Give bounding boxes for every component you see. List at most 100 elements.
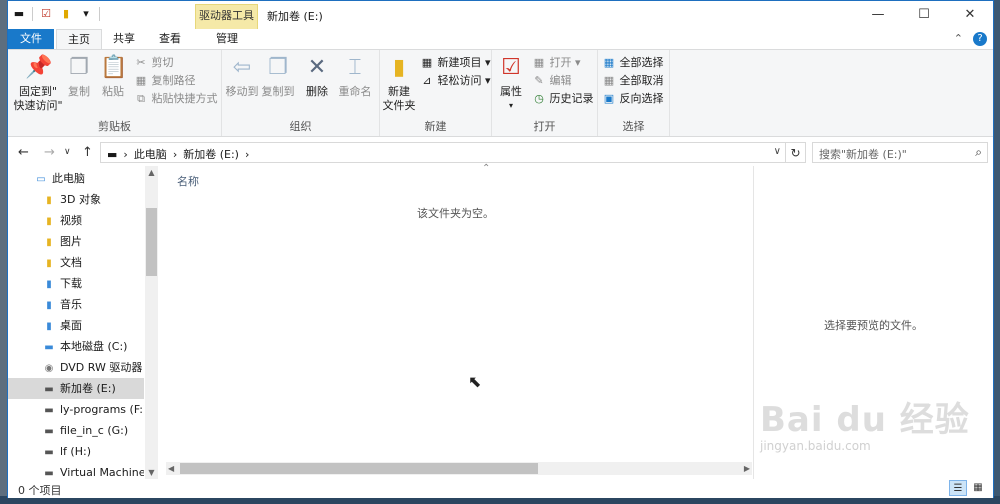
tab-home[interactable]: 主页 bbox=[56, 29, 102, 49]
close-button[interactable]: ✕ bbox=[947, 1, 993, 29]
scroll-down-icon[interactable]: ▼ bbox=[145, 468, 158, 477]
horizontal-scrollbar-thumb[interactable] bbox=[180, 463, 538, 474]
pin-to-quick-access-button[interactable]: 📌 固定到" 快速访问" bbox=[12, 54, 64, 113]
nav-item-label: 此电脑 bbox=[52, 172, 85, 185]
address-bar[interactable]: ▬ › 此电脑 › 新加卷 (E:) › ∨ bbox=[100, 142, 786, 163]
move-to-button[interactable]: ⇦ 移动到 bbox=[224, 54, 260, 99]
nav-item-3d-objects[interactable]: ▮ 3D 对象 bbox=[8, 189, 144, 210]
recent-locations-icon[interactable]: ∨ bbox=[64, 147, 71, 157]
nav-item-downloads[interactable]: ▮ 下载 bbox=[8, 273, 144, 294]
properties-quick-icon[interactable]: ☑ bbox=[39, 7, 53, 21]
move-to-label: 移动到 bbox=[225, 85, 259, 98]
scroll-left-icon[interactable]: ◀ bbox=[168, 462, 174, 475]
nav-item-this-pc[interactable]: ▭ 此电脑 bbox=[8, 168, 144, 189]
select-none-button[interactable]: ▦ 全部取消 bbox=[602, 73, 664, 89]
breadcrumb-this-pc[interactable]: 此电脑 bbox=[134, 146, 167, 162]
history-button[interactable]: ◷ 历史记录 bbox=[532, 91, 593, 107]
details-view-icon[interactable]: ☰ bbox=[949, 480, 967, 496]
preview-message: 选择要预览的文件。 bbox=[824, 319, 923, 332]
nav-item-music[interactable]: ▮ 音乐 bbox=[8, 294, 144, 315]
paste-shortcut-label: 粘贴快捷方式 bbox=[151, 92, 218, 105]
large-icons-view-icon[interactable]: ▦ bbox=[969, 480, 987, 496]
tab-manage[interactable]: 管理 bbox=[198, 29, 256, 49]
dvd-drive-icon: ◉ bbox=[44, 363, 54, 374]
nav-item-ly-programs-f[interactable]: ▬ ly-programs (F:) bbox=[8, 399, 144, 420]
copy-path-button[interactable]: ▦ 复制路径 bbox=[134, 73, 196, 89]
easy-access-button[interactable]: ⊿ 轻松访问 ▾ bbox=[420, 73, 490, 89]
new-folder-button[interactable]: ▮ 新建 文件夹 bbox=[382, 54, 416, 113]
scroll-right-icon[interactable]: ▶ bbox=[744, 462, 750, 475]
nav-scrollbar-thumb[interactable] bbox=[146, 208, 157, 276]
drive-icon: ▬ bbox=[44, 384, 54, 395]
address-history-dropdown-icon[interactable]: ∨ bbox=[774, 146, 781, 157]
properties-button[interactable]: ☑ 属性 ▾ bbox=[494, 54, 528, 113]
drive-icon: ▬ bbox=[44, 468, 54, 479]
scroll-up-icon[interactable]: ▲ bbox=[145, 168, 158, 177]
new-folder-quick-icon[interactable]: ▮ bbox=[59, 7, 73, 21]
forward-button[interactable]: → bbox=[44, 145, 55, 160]
column-header-name[interactable]: 名称 bbox=[177, 173, 199, 189]
navigation-pane: ▭ 此电脑 ▮ 3D 对象 ▮ 视频 ▮ 图片 ▮ 文档 ▮ 下载 ▮ 音乐 ▮ 桌面 ▬ 本地磁… bbox=[8, 166, 158, 479]
nav-item-desktop[interactable]: ▮ 桌面 bbox=[8, 315, 144, 336]
file-list-area[interactable]: ⌃ 名称 该文件夹为空。 ⬉ ◀ ▶ bbox=[158, 163, 753, 479]
delete-button[interactable]: ✕ 删除 bbox=[302, 54, 332, 99]
mouse-pointer-icon: ⬉ bbox=[468, 372, 482, 391]
properties-checkmark-icon: ☑ bbox=[501, 55, 521, 80]
tab-file[interactable]: 文件 bbox=[8, 29, 54, 49]
maximize-button[interactable]: ☐ bbox=[901, 1, 947, 29]
back-button[interactable]: ← bbox=[18, 145, 29, 160]
toolbar-divider bbox=[99, 7, 100, 21]
desktop-background-left bbox=[0, 0, 7, 504]
edit-button[interactable]: ✎ 编辑 bbox=[532, 73, 571, 89]
expand-ribbon-icon[interactable]: ⌃ bbox=[954, 32, 963, 46]
new-group-label: 新建 bbox=[424, 120, 447, 133]
customize-toolbar-icon[interactable]: ▾ bbox=[79, 7, 93, 21]
nav-item-videos[interactable]: ▮ 视频 bbox=[8, 210, 144, 231]
easy-access-icon: ⊿ bbox=[422, 74, 432, 87]
nav-item-documents[interactable]: ▮ 文档 bbox=[8, 252, 144, 273]
chevron-right-icon[interactable]: › bbox=[123, 148, 127, 161]
nav-item-file-in-c-g[interactable]: ▬ file_in_c (G:) bbox=[8, 420, 144, 441]
nav-item-lf-h[interactable]: ▬ lf (H:) bbox=[8, 441, 144, 462]
nav-scrollbar[interactable]: ▲ ▼ bbox=[145, 166, 158, 479]
copy-to-icon: ❐ bbox=[268, 55, 288, 80]
invert-selection-icon: ▣ bbox=[603, 92, 615, 105]
breadcrumb-volume-e[interactable]: 新加卷 (E:) bbox=[183, 146, 239, 162]
rename-button[interactable]: ⌶ 重命名 bbox=[336, 54, 374, 99]
clipboard-group-label: 剪贴板 bbox=[98, 120, 131, 133]
tab-share[interactable]: 共享 bbox=[104, 29, 144, 49]
organize-group: ⇦ 移动到 ❐ 复制到 ✕ 删除 ⌶ 重命名 组织 bbox=[222, 50, 380, 136]
nav-item-label: lf (H:) bbox=[60, 445, 91, 458]
paste-button[interactable]: 📋 粘贴 bbox=[98, 54, 128, 99]
new-item-button[interactable]: ▦ 新建项目 ▾ bbox=[420, 55, 491, 71]
window-title: 新加卷 (E:) bbox=[267, 10, 323, 23]
nav-item-label: 新加卷 (E:) bbox=[60, 382, 116, 395]
horizontal-scrollbar[interactable]: ◀ ▶ bbox=[166, 462, 752, 475]
copy-to-button[interactable]: ❐ 复制到 bbox=[260, 54, 296, 99]
nav-item-volume-e[interactable]: ▬ 新加卷 (E:) bbox=[8, 378, 144, 399]
cut-button[interactable]: ✂ 剪切 bbox=[134, 55, 173, 71]
folder-video-icon: ▮ bbox=[46, 216, 52, 227]
chevron-right-icon[interactable]: › bbox=[173, 148, 177, 161]
nav-item-local-disk-c[interactable]: ▬ 本地磁盘 (C:) bbox=[8, 336, 144, 357]
paste-shortcut-button[interactable]: ⧉ 粘贴快捷方式 bbox=[134, 91, 218, 107]
minimize-button[interactable]: — bbox=[855, 1, 901, 29]
nav-item-label: 下载 bbox=[60, 277, 82, 290]
open-button[interactable]: ▦ 打开 ▾ bbox=[532, 55, 581, 71]
edit-icon: ✎ bbox=[534, 74, 544, 87]
nav-item-pictures[interactable]: ▮ 图片 bbox=[8, 231, 144, 252]
invert-selection-button[interactable]: ▣ 反向选择 bbox=[602, 91, 664, 107]
chevron-right-icon[interactable]: › bbox=[245, 148, 249, 161]
select-all-button[interactable]: ▦ 全部选择 bbox=[602, 55, 664, 71]
refresh-button[interactable]: ↻ bbox=[786, 142, 806, 163]
nav-item-label: 本地磁盘 (C:) bbox=[60, 340, 128, 353]
tab-view[interactable]: 查看 bbox=[150, 29, 190, 49]
nav-item-virtual-machines[interactable]: ▬ Virtual Machines bbox=[8, 462, 144, 479]
copy-button[interactable]: ❐ 复制 bbox=[64, 54, 94, 99]
nav-item-dvd-drive[interactable]: ◉ DVD RW 驱动器 ( bbox=[8, 357, 144, 378]
folder-desktop-icon: ▮ bbox=[46, 321, 52, 332]
copy-path-icon: ▦ bbox=[135, 74, 147, 87]
help-icon[interactable]: ? bbox=[973, 32, 987, 46]
search-input[interactable]: 搜索"新加卷 (E:)" ⌕ bbox=[812, 142, 988, 163]
up-button[interactable]: ↑ bbox=[82, 145, 93, 160]
